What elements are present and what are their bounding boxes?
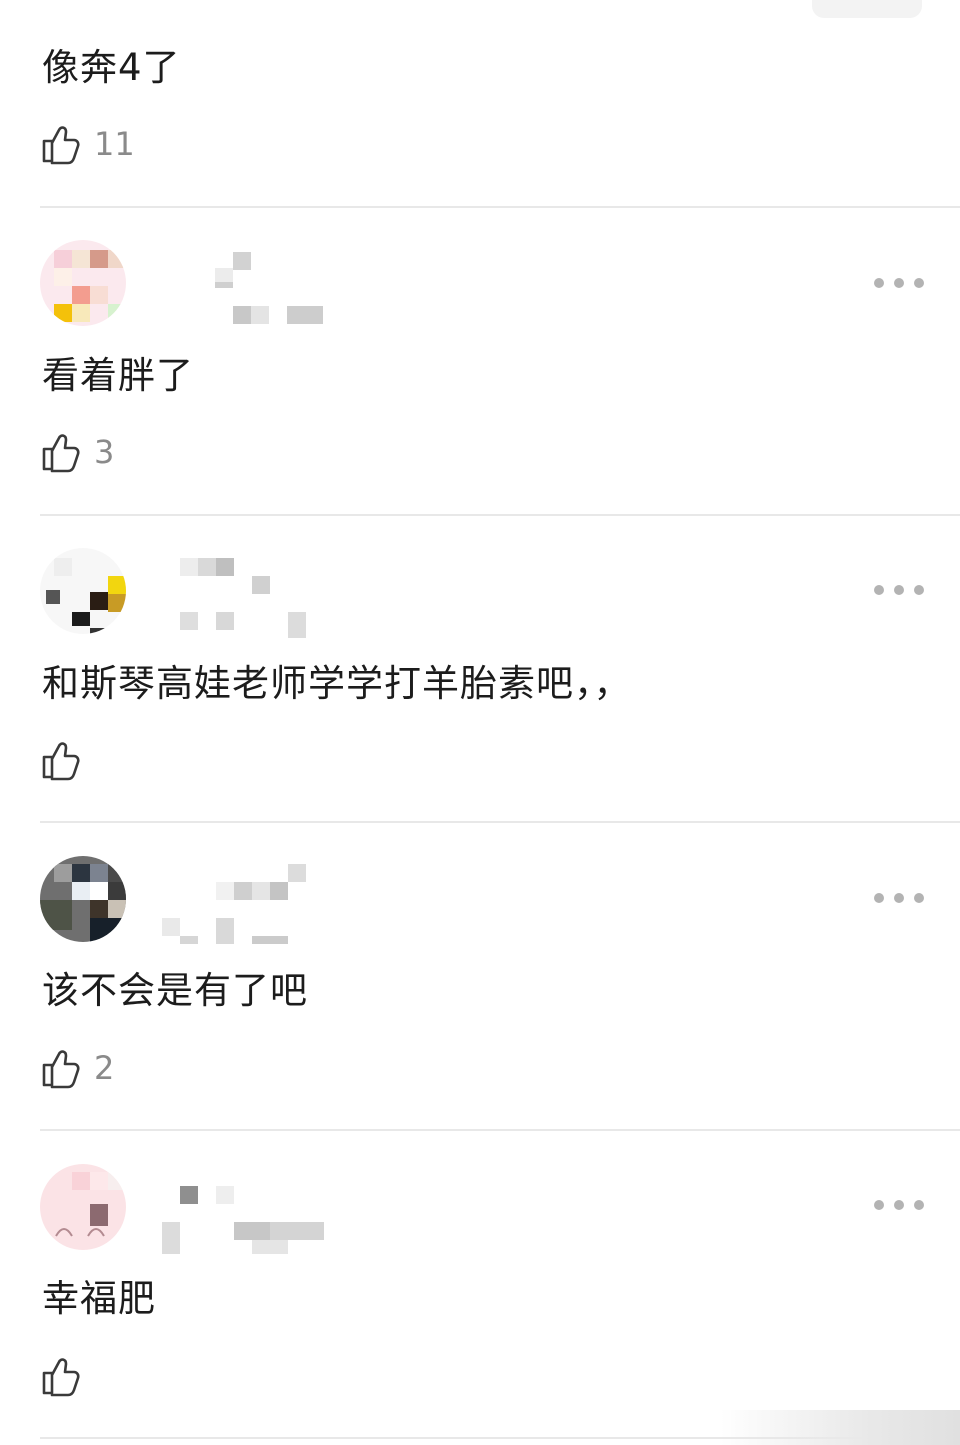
like-button[interactable]: 11	[40, 120, 135, 168]
watermark-strip	[720, 1410, 960, 1445]
more-options-button[interactable]	[874, 1193, 924, 1217]
thumbs-up-icon	[42, 434, 80, 473]
username-mosaic[interactable]	[160, 250, 330, 330]
thumbs-up-icon	[42, 126, 80, 165]
comment-text: 该不会是有了吧	[42, 969, 308, 1012]
avatar[interactable]	[40, 240, 126, 326]
username-mosaic[interactable]	[160, 1174, 330, 1254]
more-dots-icon	[874, 585, 884, 595]
top-partial-button[interactable]	[812, 0, 922, 18]
more-dots-icon	[874, 893, 884, 903]
more-dots-icon	[874, 278, 884, 288]
like-button[interactable]: 3	[40, 428, 114, 476]
more-dots-icon	[874, 1200, 884, 1210]
avatar[interactable]	[40, 1164, 126, 1250]
comment-text: 和斯琴高娃老师学学打羊胎素吧，，	[42, 662, 632, 705]
divider	[40, 821, 960, 823]
like-count: 2	[94, 1049, 115, 1087]
avatar[interactable]	[40, 856, 126, 942]
like-count: 3	[94, 433, 115, 471]
comment-text: 看着胖了	[42, 354, 194, 397]
like-count: 11	[94, 125, 135, 163]
username-mosaic[interactable]	[160, 558, 330, 648]
avatar[interactable]	[40, 548, 126, 634]
like-button[interactable]: 2	[40, 1044, 114, 1092]
comment-text: 像奔4了	[42, 46, 181, 89]
thumbs-up-icon	[42, 1358, 80, 1397]
divider	[40, 206, 960, 208]
comment-text: 幸福肥	[42, 1277, 156, 1320]
thumbs-up-icon	[42, 742, 80, 781]
divider	[40, 514, 960, 516]
divider	[40, 1129, 960, 1131]
more-options-button[interactable]	[874, 578, 924, 602]
username-mosaic[interactable]	[160, 864, 330, 950]
thumbs-up-icon	[42, 1050, 80, 1089]
like-button[interactable]	[40, 736, 94, 784]
like-button[interactable]	[40, 1352, 94, 1400]
more-options-button[interactable]	[874, 271, 924, 295]
more-options-button[interactable]	[874, 886, 924, 910]
